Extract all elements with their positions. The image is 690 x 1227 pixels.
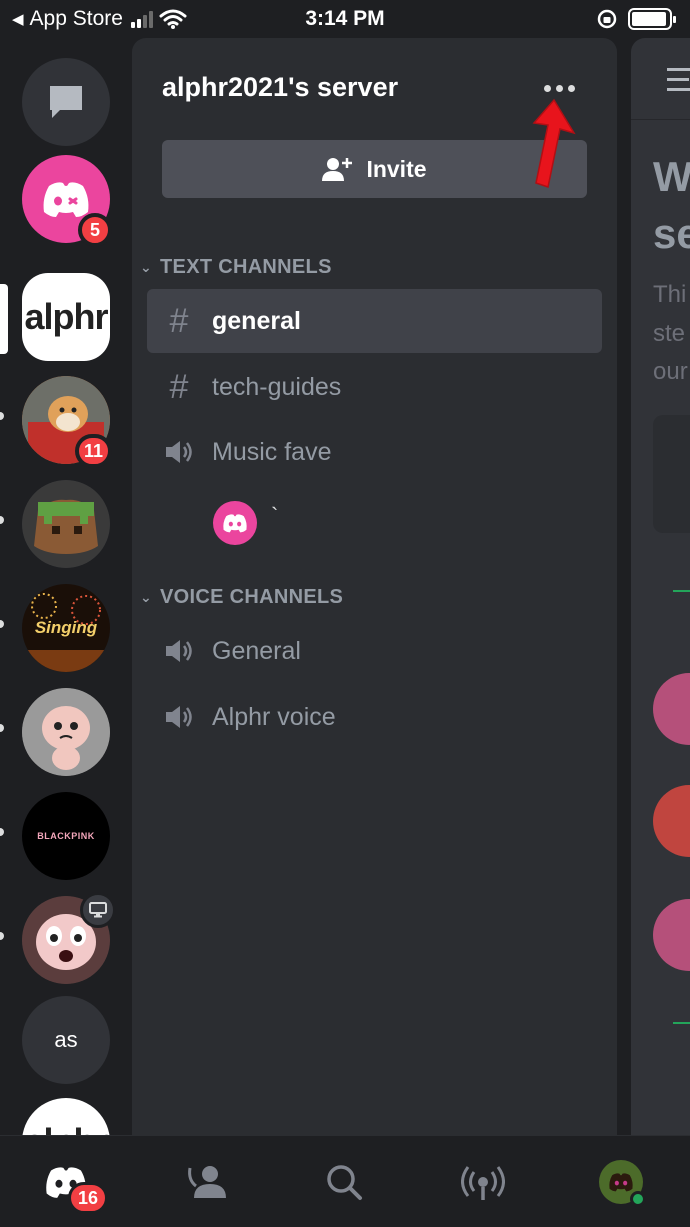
peek-heading-line-1: W xyxy=(653,153,690,200)
monitor-icon xyxy=(89,902,107,918)
server-name[interactable]: alphr2021's server xyxy=(162,72,398,103)
battery-icon xyxy=(628,8,676,30)
category-label: VOICE CHANNELS xyxy=(160,586,344,608)
notification-badge: 11 xyxy=(74,434,112,468)
bottom-navigation: 16 xyxy=(0,1135,690,1227)
channel-label: General xyxy=(212,636,301,665)
nav-friends[interactable] xyxy=(183,1158,231,1206)
discord-logo-icon xyxy=(43,182,89,217)
channel-label: general xyxy=(212,306,301,335)
avatar xyxy=(653,785,690,857)
server-as[interactable]: as xyxy=(22,996,110,1084)
direct-messages-button[interactable] xyxy=(22,58,110,146)
voice-channel-alphr-voice[interactable]: Alphr voice xyxy=(147,685,602,749)
server-shiba[interactable]: 11 xyxy=(22,376,112,468)
server-alphr-2[interactable]: alphr xyxy=(22,1098,110,1135)
unread-indicator xyxy=(0,724,4,732)
avatar xyxy=(599,1160,646,1207)
channel-panel: alphr2021's server Invite ⌄ TEXT CHANNEL… xyxy=(132,38,617,1135)
unread-indicator xyxy=(0,516,4,524)
server-crying-isaac[interactable] xyxy=(22,892,116,984)
unread-indicator xyxy=(0,412,4,420)
invite-label: Invite xyxy=(366,155,427,182)
peek-card xyxy=(653,415,690,533)
server-alphr-logo: alphr xyxy=(24,296,108,337)
peek-text-line: Thi xyxy=(653,281,687,308)
isaac-avatar-icon xyxy=(22,688,110,776)
status-bar: ◀ App Store 3:14 PM xyxy=(0,0,690,38)
server-alphr[interactable]: alphr xyxy=(22,273,110,361)
selected-server-indicator xyxy=(0,284,8,354)
peek-divider xyxy=(673,590,690,592)
server-rail: 5 alphr 11 Singing BLACKPINK as xyxy=(0,38,132,1135)
server-discord-pink[interactable]: 5 xyxy=(22,155,112,247)
category-text-channels[interactable]: ⌄ TEXT CHANNELS xyxy=(140,256,332,279)
minecraft-discord-icon xyxy=(22,480,110,568)
notification-badge: 5 xyxy=(78,213,112,247)
chevron-down-icon: ⌄ xyxy=(140,589,153,605)
notification-badge: 16 xyxy=(68,1182,108,1214)
invite-button[interactable]: Invite xyxy=(162,140,587,198)
server-as-label: as xyxy=(54,1027,78,1052)
server-isaac[interactable] xyxy=(22,688,110,776)
peek-text-line: ste xyxy=(653,320,686,347)
voice-member[interactable]: ` xyxy=(213,501,278,545)
nav-search[interactable] xyxy=(320,1158,368,1206)
chevron-down-icon: ⌄ xyxy=(140,259,153,275)
menu-icon xyxy=(667,68,690,91)
peek-divider xyxy=(673,1022,690,1024)
category-voice-channels[interactable]: ⌄ VOICE CHANNELS xyxy=(140,586,343,609)
speaker-icon xyxy=(166,706,192,728)
server-blackpink-logo: BLACKPINK xyxy=(37,831,95,841)
hash-icon: # xyxy=(169,367,189,406)
unread-indicator xyxy=(0,828,4,836)
screen-share-indicator xyxy=(80,892,116,928)
channel-tech-guides[interactable]: # tech-guides xyxy=(147,355,602,419)
channel-label: Alphr voice xyxy=(212,702,336,731)
hash-icon: # xyxy=(169,301,189,340)
peek-text-line: our xyxy=(653,358,688,385)
unread-indicator xyxy=(0,620,4,628)
friends-icon xyxy=(188,1166,226,1198)
chat-bubble-icon xyxy=(50,86,82,118)
channel-label: tech-guides xyxy=(212,372,342,401)
peek-heading-line-2: se xyxy=(653,210,690,257)
online-status-indicator xyxy=(630,1191,646,1207)
speaker-icon xyxy=(166,441,192,463)
red-arrow-annotation xyxy=(532,98,576,188)
voice-channel-general[interactable]: General xyxy=(147,619,602,683)
server-blackpink[interactable]: BLACKPINK xyxy=(22,792,110,880)
channel-general[interactable]: # general xyxy=(147,289,602,353)
more-dots-icon xyxy=(544,84,551,92)
avatar xyxy=(213,501,257,545)
server-minecraft[interactable] xyxy=(22,480,110,568)
avatar xyxy=(653,673,690,745)
chat-peek-panel[interactable]: W se Thi ste our xyxy=(631,38,690,1135)
search-icon xyxy=(327,1165,362,1200)
broadcast-icon xyxy=(461,1166,505,1200)
discord-logo-icon xyxy=(609,1173,633,1192)
server-singing-label: Singing xyxy=(34,618,98,637)
avatar xyxy=(653,899,690,971)
nav-profile[interactable] xyxy=(597,1158,646,1207)
discord-logo-icon xyxy=(223,514,247,533)
speaker-icon xyxy=(166,640,192,662)
add-user-icon xyxy=(322,158,353,181)
category-label: TEXT CHANNELS xyxy=(160,256,332,278)
server-singing[interactable]: Singing xyxy=(22,584,110,672)
unread-indicator xyxy=(0,932,4,940)
server-alphr-2-logo: alphr xyxy=(24,1121,108,1135)
rotation-lock-icon xyxy=(597,9,617,29)
channel-music-fave[interactable]: Music fave xyxy=(147,420,602,484)
peek-header xyxy=(631,38,690,120)
clock: 3:14 PM xyxy=(305,7,385,30)
nav-mentions[interactable] xyxy=(459,1158,507,1206)
channel-label: Music fave xyxy=(212,437,332,466)
member-name: ` xyxy=(271,503,279,528)
